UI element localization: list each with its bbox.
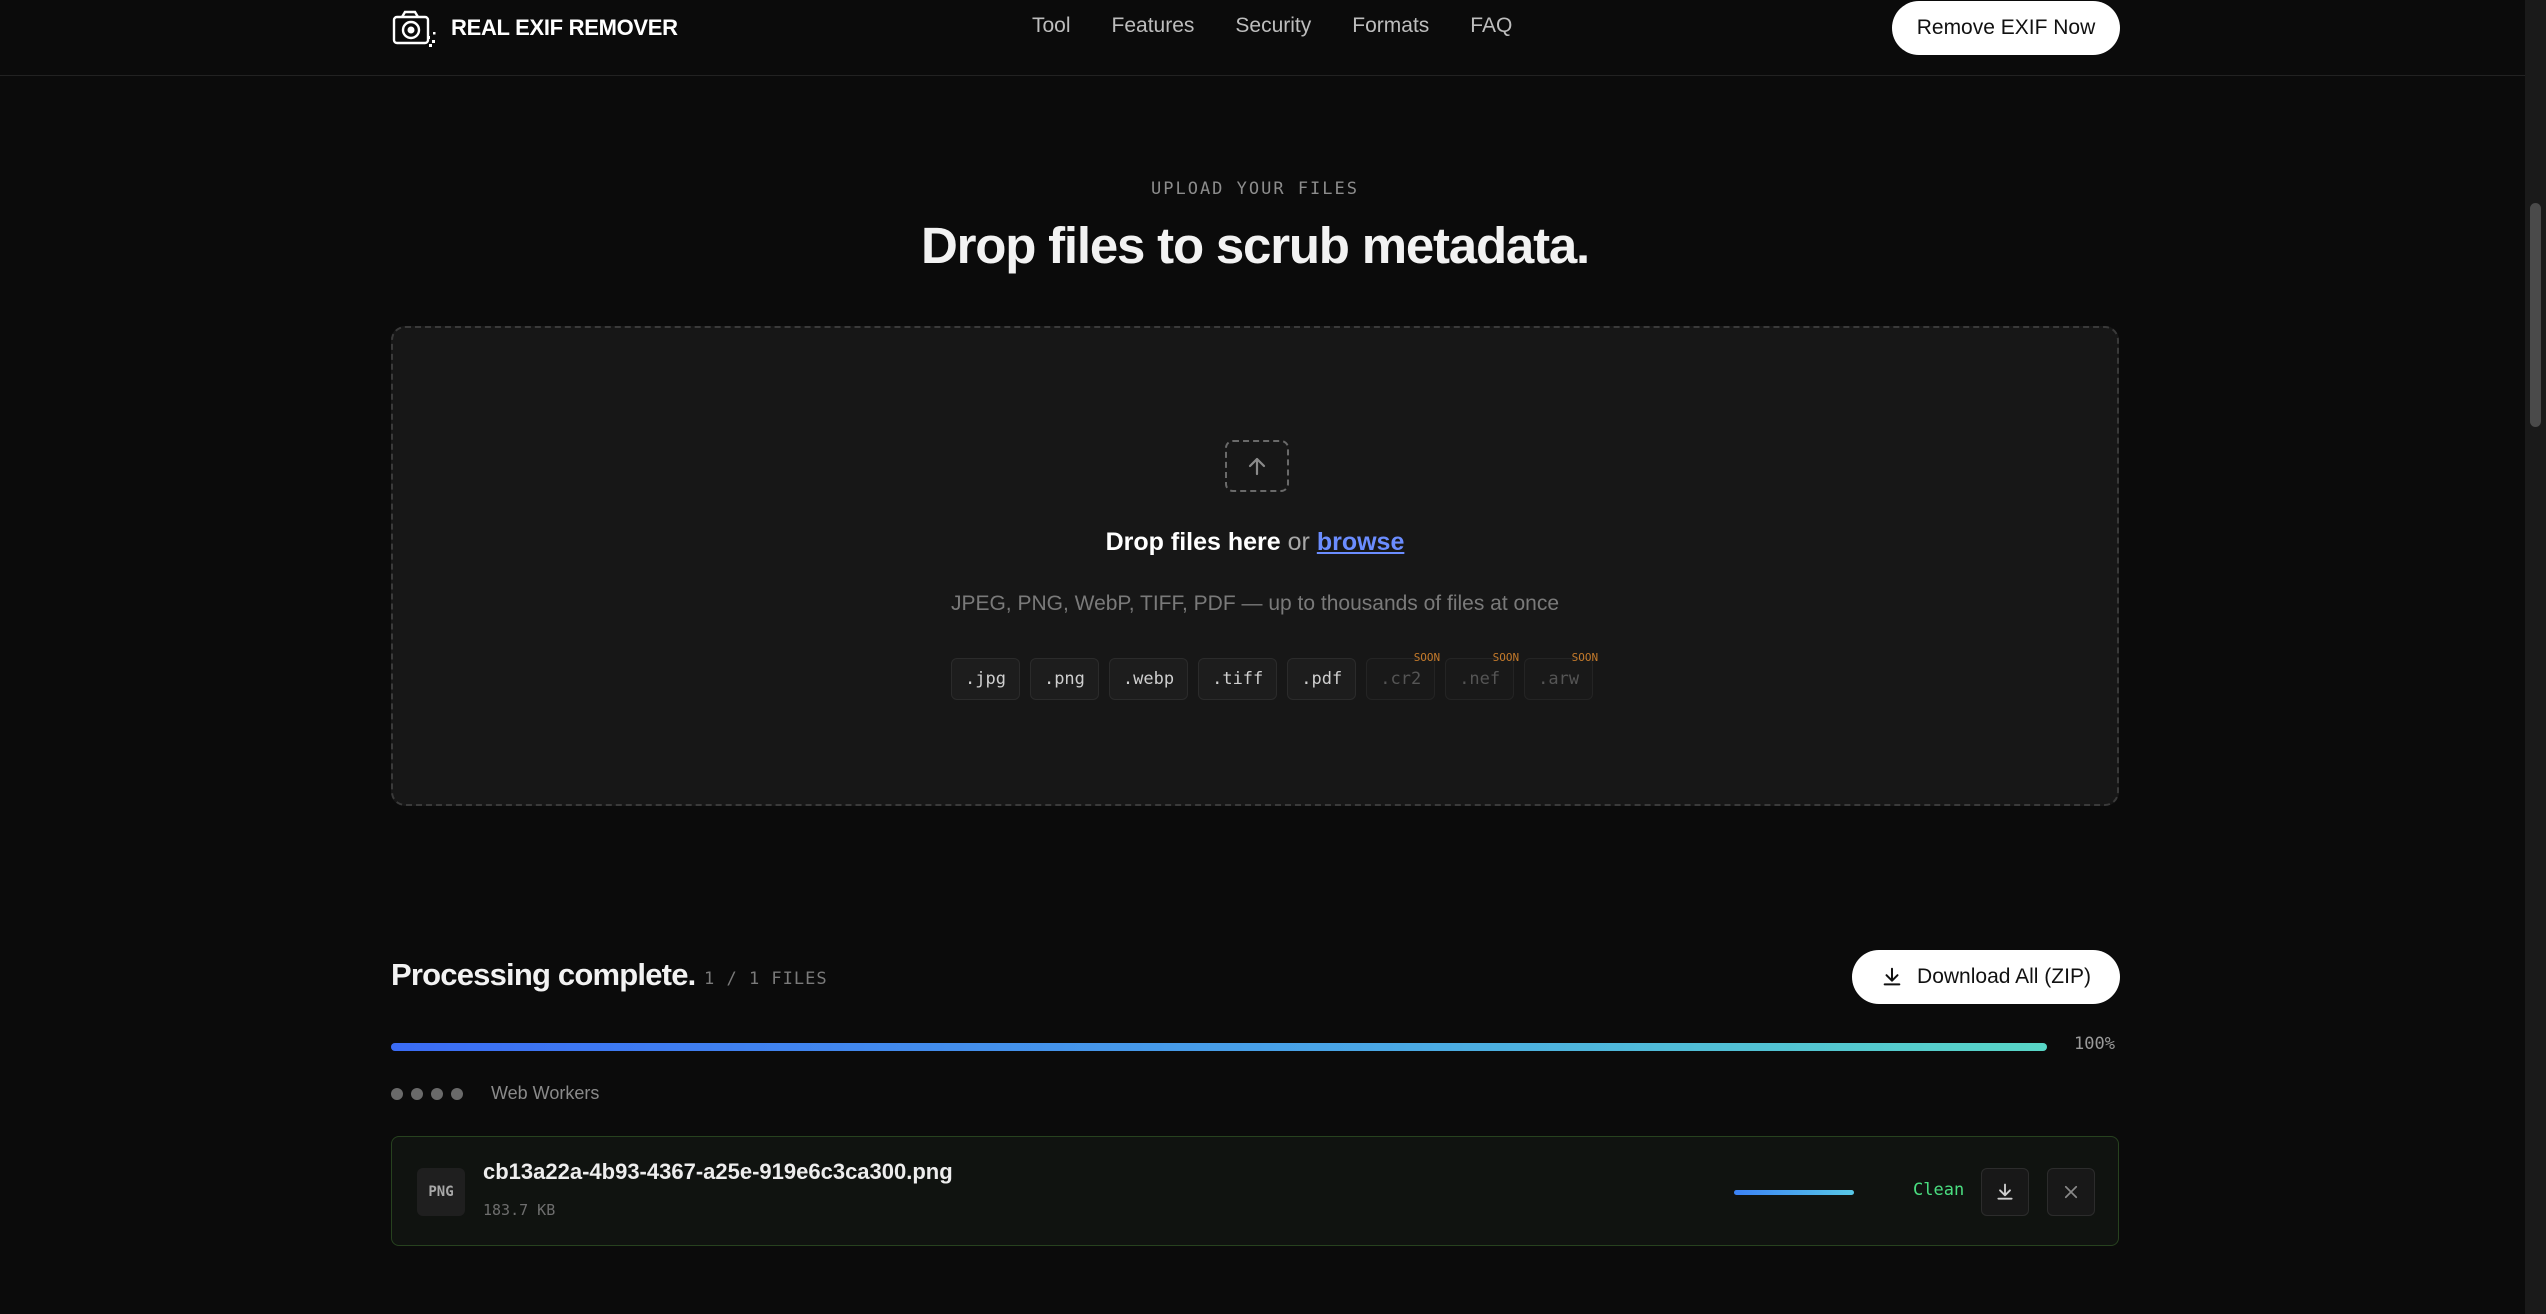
format-chip-webp: .webp [1108,658,1189,700]
processing-title: Processing complete. [391,957,696,992]
soon-badge: SOON [1413,651,1441,664]
format-chip-pdf: .pdf [1287,658,1357,700]
overall-progress-fill [391,1043,2047,1051]
or-text: or [1287,528,1310,556]
overall-progress-bar [391,1043,2047,1051]
supported-formats-text: JPEG, PNG, WebP, TIFF, PDF — up to thous… [950,592,1560,615]
file-row: PNG cb13a22a-4b93-4367-a25e-919e6c3ca300… [391,1136,2119,1246]
web-workers-indicator: Web Workers [391,1083,599,1104]
file-dropzone[interactable]: Drop files here or browse JPEG, PNG, Web… [391,326,2119,806]
file-size: 183.7 KB [483,1201,556,1219]
browse-link[interactable]: browse [1317,528,1405,556]
format-chip-cr2: .cr2 SOON [1366,651,1440,700]
download-file-button[interactable] [1981,1168,2029,1216]
format-chip-label: .nef [1459,669,1501,689]
soon-badge: SOON [1571,651,1599,664]
nav-faq[interactable]: FAQ [1470,14,1512,38]
file-type-badge: PNG [417,1168,465,1216]
web-workers-label: Web Workers [491,1083,600,1103]
download-all-label: Download All (ZIP) [1917,965,2091,988]
page-title: Drop files to scrub metadata. [920,217,1590,274]
drop-files-text: Drop files here [1105,528,1281,556]
worker-dot [411,1087,423,1100]
file-progress-fill [1734,1190,1854,1195]
file-count: 1 / 1 FILES [704,969,828,989]
nav-security[interactable]: Security [1235,14,1311,38]
format-chip-label: .arw [1538,669,1580,689]
format-chip-tiff: .tiff [1198,658,1278,700]
scrollbar-thumb[interactable] [2530,203,2541,427]
nav-formats[interactable]: Formats [1352,14,1429,38]
file-status: Clean [1913,1180,1965,1200]
nav-tool[interactable]: Tool [1032,14,1071,38]
worker-dot [431,1087,443,1100]
file-name: cb13a22a-4b93-4367-a25e-919e6c3ca300.png [483,1159,953,1184]
camera-icon [392,10,436,47]
site-header: REAL EXIF REMOVER Tool Features Security… [0,0,2525,76]
soon-badge: SOON [1492,651,1520,664]
download-all-zip-button[interactable]: Download All (ZIP) [1852,950,2120,1004]
worker-dot [391,1087,403,1100]
file-progress-bar [1734,1190,1854,1195]
upload-arrow-icon [1225,440,1289,492]
page-scrollbar[interactable] [2525,0,2546,1314]
upload-eyebrow: UPLOAD YOUR FILES [1151,179,1359,199]
worker-dot [451,1087,463,1100]
drop-instructions: Drop files here or browse [393,528,2117,557]
remove-file-button[interactable] [2047,1168,2095,1216]
format-chip-nef: .nef SOON [1445,651,1519,700]
format-chip-arw: .arw SOON [1524,651,1598,700]
format-chip-png: .png [1029,658,1099,700]
brand-name: REAL EXIF REMOVER [451,15,678,40]
nav-features[interactable]: Features [1112,14,1195,38]
format-chip-jpg: .jpg [951,658,1020,700]
download-icon [1997,1183,2013,1200]
download-icon [1883,967,1901,986]
format-chip-label: .cr2 [1380,669,1422,689]
progress-percent: 100% [2074,1034,2115,1054]
close-icon [2064,1185,2078,1199]
format-chips: .jpg .png .webp .tiff .pdf .cr2 SOON .ne… [951,651,1603,700]
main-nav: Tool Features Security Formats FAQ [1032,14,1512,38]
brand-logo[interactable]: REAL EXIF REMOVER [391,8,678,48]
remove-exif-now-button[interactable]: Remove EXIF Now [1892,1,2120,55]
